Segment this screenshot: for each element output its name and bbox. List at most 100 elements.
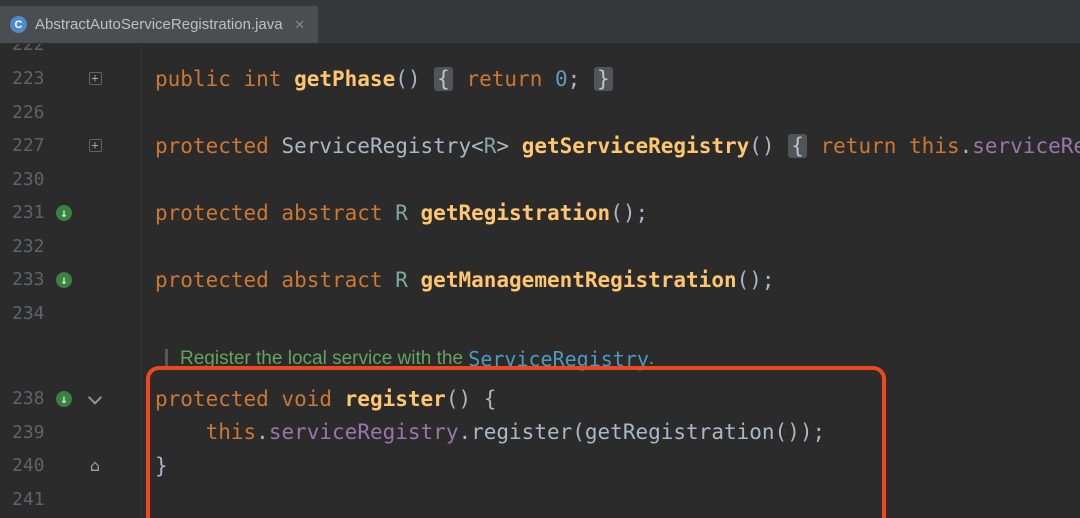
code-text[interactable]: protected abstract R getRegistration (); [110,201,1080,225]
tab-title: AbstractAutoServiceRegistration.java [35,16,283,33]
doc-link[interactable]: ServiceRegistry [468,347,649,371]
code-line[interactable]: 240 ⌂} [0,449,1080,483]
tab-abstract-auto-service-registration[interactable]: C AbstractAutoServiceRegistration.java × [0,6,318,43]
line-number[interactable]: 239 [0,422,48,443]
code-line[interactable]: 227 + protected ServiceRegistry< R > getServ… [0,129,1080,163]
line-number[interactable]: 234 [0,303,48,324]
rendered-doc-comment[interactable]: Register the local service with the Serv… [0,336,1080,382]
code-text[interactable]: protected void register() { [110,387,1080,411]
line-number[interactable]: 238 [0,388,48,409]
code-token: serviceRe [972,133,1080,158]
gutter-slot: ⌂ [80,457,110,474]
editor[interactable]: 222 223 + public int getPhase() { return 0;… [0,44,1080,518]
ide-window: C AbstractAutoServiceRegistration.java ×… [0,0,1080,518]
code-token: . [256,420,269,445]
line-number[interactable]: 223 [0,68,48,89]
code-token: public int [155,66,295,91]
close-icon[interactable]: × [295,16,305,33]
gutter-separator [141,44,142,518]
code-token: } [155,453,168,478]
code-token: this [909,133,960,158]
code-text[interactable]: this. serviceRegistry .register(getRegistr… [110,420,1080,444]
gutter-slot: ↓ [48,390,80,407]
fold-start-icon[interactable] [87,390,103,405]
code-line[interactable]: 230 [0,163,1080,197]
line-number[interactable]: 240 [0,455,48,476]
gutter-slot: + [80,72,110,86]
code-token: R [395,267,408,292]
code-line[interactable]: 223 + public int getPhase() { return 0; } [0,62,1080,96]
code-line[interactable]: 222 [0,44,1080,62]
code-line[interactable]: 239 this. serviceRegistry .register(getReg… [0,416,1080,450]
code-token: R [483,133,497,158]
code-token: () { [445,386,497,411]
doc-comment-bar [165,349,168,369]
fold-collapsed-icon[interactable]: + [88,72,102,86]
code-token: getRegistration [420,200,611,225]
code-token: getManagementRegistration [420,267,737,292]
gutter-slot: + [80,139,110,153]
fold-collapsed-icon[interactable]: + [88,139,102,153]
code-token: protected abstract [155,200,396,225]
code-line[interactable]: 241 [0,483,1080,517]
implemented-marker-icon[interactable]: ↓ [56,271,72,288]
implemented-marker-icon[interactable]: ↓ [56,390,72,407]
code-token: } [593,66,613,91]
code-token: getPhase [294,66,396,91]
code-text[interactable]: protected ServiceRegistry< R > getServiceR… [110,133,1080,158]
code-token: ServiceRegistry< [281,133,484,158]
line-number[interactable]: 233 [0,269,48,290]
java-class-icon: C [10,16,27,33]
line-number[interactable]: 226 [0,102,48,123]
line-number[interactable]: 231 [0,202,48,223]
code-token: protected void [155,386,345,411]
code-line[interactable]: 238 ↓ protected void register() { [0,382,1080,416]
code-line[interactable]: 233 ↓ protected abstract R getManagementRe… [0,263,1080,297]
code-token: R [395,200,408,225]
code-token: . [959,133,973,158]
line-number[interactable]: 227 [0,135,48,156]
code-token: () [749,133,788,158]
code-line[interactable]: 231 ↓ protected abstract R getRegistration… [0,196,1080,230]
code-text[interactable]: } [110,454,1080,478]
code-token: { [788,133,807,158]
code-token: this [155,420,257,445]
code-token: protected abstract [155,267,396,292]
editor-rows: 222 223 + public int getPhase() { return 0;… [0,44,1080,516]
doc-text: . [648,348,655,369]
line-number[interactable]: 222 [0,44,48,55]
line-number[interactable]: 232 [0,236,48,257]
code-text[interactable]: public int getPhase() { return 0; } [110,66,1080,91]
code-token: () [395,66,434,91]
code-token: return [820,133,897,158]
code-token: > [496,133,522,158]
code-text[interactable]: protected abstract R getManagementRegist… [110,268,1080,292]
fold-end-icon[interactable]: ⌂ [90,457,100,474]
editor-tab-bar: C AbstractAutoServiceRegistration.java × [0,0,1080,44]
code-token: .register(getRegistration()); [458,420,826,445]
code-token: register [344,386,446,411]
gutter-slot: ↓ [48,271,80,288]
code-line[interactable]: 234 [0,297,1080,331]
code-text[interactable]: Register the local service with the Serv… [110,347,1080,371]
code-token: getServiceRegistry [521,133,750,158]
implemented-marker-icon[interactable]: ↓ [56,204,72,221]
code-token: return [466,66,543,91]
code-line[interactable]: 232 [0,230,1080,264]
doc-text: Register the local service with the [180,348,469,369]
line-number[interactable]: 230 [0,169,48,190]
code-line[interactable]: 226 [0,96,1080,130]
line-number[interactable]: 241 [0,489,48,510]
gutter-slot: ↓ [48,204,80,221]
code-token: ; [567,66,593,91]
code-token: (); [610,200,649,225]
code-token: serviceRegistry [268,420,459,445]
code-token: (); [736,267,775,292]
code-token: { [434,66,453,91]
